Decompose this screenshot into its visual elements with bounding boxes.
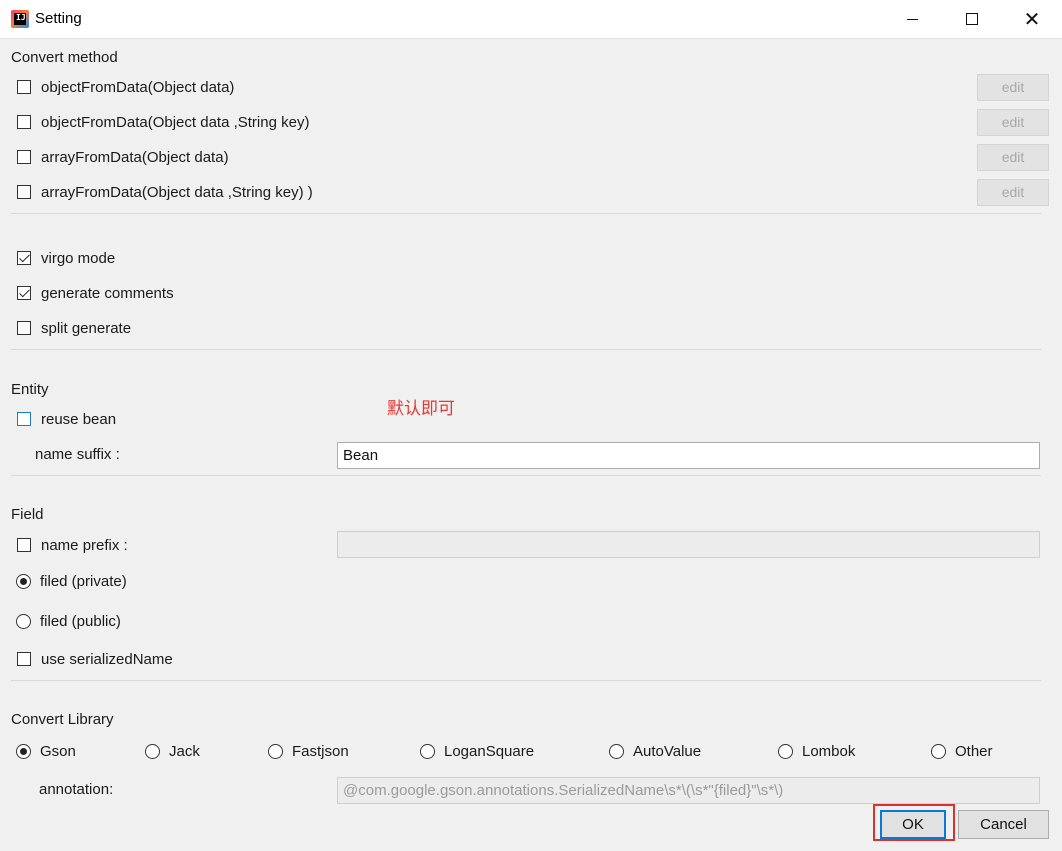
fastjson-label: Fastjson	[292, 742, 349, 760]
name-suffix-input[interactable]: Bean	[337, 442, 1040, 469]
divider	[11, 475, 1041, 476]
filed-private-label: filed (private)	[40, 572, 127, 590]
autovalue-radio[interactable]	[609, 743, 624, 759]
use-serialized-name-checkbox[interactable]	[17, 652, 31, 666]
split-generate-checkbox[interactable]	[17, 321, 31, 335]
virgo-mode-label: virgo mode	[41, 249, 116, 267]
name-prefix-option[interactable]: name prefix :	[17, 534, 128, 556]
jack-label: Jack	[169, 742, 200, 760]
autovalue-label: AutoValue	[633, 742, 702, 760]
app-icon-text: IJ	[16, 13, 26, 22]
gson-label: Gson	[40, 742, 76, 760]
divider	[11, 349, 1041, 350]
gson-radio[interactable]	[16, 743, 31, 759]
convert-library-label: Convert Library	[11, 711, 114, 728]
fastjson-radio[interactable]	[268, 743, 283, 759]
checkbox[interactable]	[17, 115, 31, 129]
convert-method-option-3[interactable]: arrayFromData(Object data)	[17, 146, 229, 168]
close-icon: ✕	[1023, 7, 1041, 31]
edit-button-3[interactable]: edit	[977, 144, 1049, 171]
convert-method-option-1[interactable]: objectFromData(Object data)	[17, 76, 234, 98]
title-bar: IJ Setting ✕	[0, 0, 1062, 39]
generate-comments-option[interactable]: generate comments	[17, 282, 174, 304]
name-suffix-label: name suffix :	[35, 446, 120, 463]
checkbox[interactable]	[17, 150, 31, 164]
library-option-lombok[interactable]: Lombok	[778, 740, 855, 762]
filed-public-option[interactable]: filed (public)	[16, 610, 121, 632]
logansquare-radio[interactable]	[420, 743, 435, 759]
option-label: objectFromData(Object data ,String key)	[41, 113, 310, 131]
jack-radio[interactable]	[145, 743, 160, 759]
cancel-button[interactable]: Cancel	[958, 810, 1049, 839]
use-serialized-name-option[interactable]: use serializedName	[17, 648, 173, 670]
split-generate-label: split generate	[41, 319, 132, 337]
intellij-app-icon: IJ	[11, 10, 29, 28]
reuse-bean-checkbox[interactable]	[17, 412, 31, 426]
minimize-button[interactable]	[889, 0, 935, 38]
edit-button-2[interactable]: edit	[977, 109, 1049, 136]
logansquare-label: LoganSquare	[444, 742, 535, 760]
option-label: arrayFromData(Object data)	[41, 148, 229, 166]
divider	[11, 680, 1041, 681]
window-title: Setting	[35, 10, 82, 27]
other-radio[interactable]	[931, 743, 946, 759]
close-button[interactable]: ✕	[1009, 0, 1055, 38]
library-option-other[interactable]: Other	[931, 740, 993, 762]
convert-method-option-4[interactable]: arrayFromData(Object data ,String key) )	[17, 181, 313, 203]
name-prefix-input[interactable]	[337, 531, 1040, 558]
checkbox[interactable]	[17, 80, 31, 94]
convert-method-label: Convert method	[11, 49, 118, 66]
library-option-gson[interactable]: Gson	[16, 740, 76, 762]
filed-public-label: filed (public)	[40, 612, 121, 630]
lombok-radio[interactable]	[778, 743, 793, 759]
edit-button-1[interactable]: edit	[977, 74, 1049, 101]
other-label: Other	[955, 742, 993, 760]
maximize-icon	[966, 13, 978, 25]
use-serialized-name-label: use serializedName	[41, 650, 173, 668]
annotation-input[interactable]: @com.google.gson.annotations.SerializedN…	[337, 777, 1040, 804]
minimize-icon	[906, 18, 918, 20]
ok-button[interactable]: OK	[880, 810, 946, 839]
library-option-jack[interactable]: Jack	[145, 740, 200, 762]
lombok-label: Lombok	[802, 742, 856, 760]
split-generate-option[interactable]: split generate	[17, 317, 131, 339]
reuse-bean-option[interactable]: reuse bean	[17, 408, 116, 430]
filed-private-option[interactable]: filed (private)	[16, 570, 127, 592]
field-label: Field	[11, 506, 44, 523]
name-prefix-label: name prefix :	[41, 536, 128, 554]
edit-button-4[interactable]: edit	[977, 179, 1049, 206]
filed-public-radio[interactable]	[16, 613, 31, 629]
library-option-logansquare[interactable]: LoganSquare	[420, 740, 534, 762]
convert-method-option-2[interactable]: objectFromData(Object data ,String key)	[17, 111, 309, 133]
annotation-label: annotation:	[39, 781, 114, 798]
maximize-button[interactable]	[949, 0, 995, 38]
library-option-autovalue[interactable]: AutoValue	[609, 740, 701, 762]
reuse-bean-label: reuse bean	[41, 410, 117, 428]
entity-label: Entity	[11, 381, 49, 398]
annotation-note: 默认即可	[387, 399, 455, 419]
option-label: objectFromData(Object data)	[41, 78, 235, 96]
generate-comments-checkbox[interactable]	[17, 286, 31, 300]
checkbox[interactable]	[17, 185, 31, 199]
filed-private-radio[interactable]	[16, 573, 31, 589]
option-label: arrayFromData(Object data ,String key) )	[41, 183, 313, 201]
virgo-mode-option[interactable]: virgo mode	[17, 247, 115, 269]
library-option-fastjson[interactable]: Fastjson	[268, 740, 349, 762]
name-prefix-checkbox[interactable]	[17, 538, 31, 552]
generate-comments-label: generate comments	[41, 284, 174, 302]
virgo-mode-checkbox[interactable]	[17, 251, 31, 265]
divider	[11, 213, 1041, 214]
